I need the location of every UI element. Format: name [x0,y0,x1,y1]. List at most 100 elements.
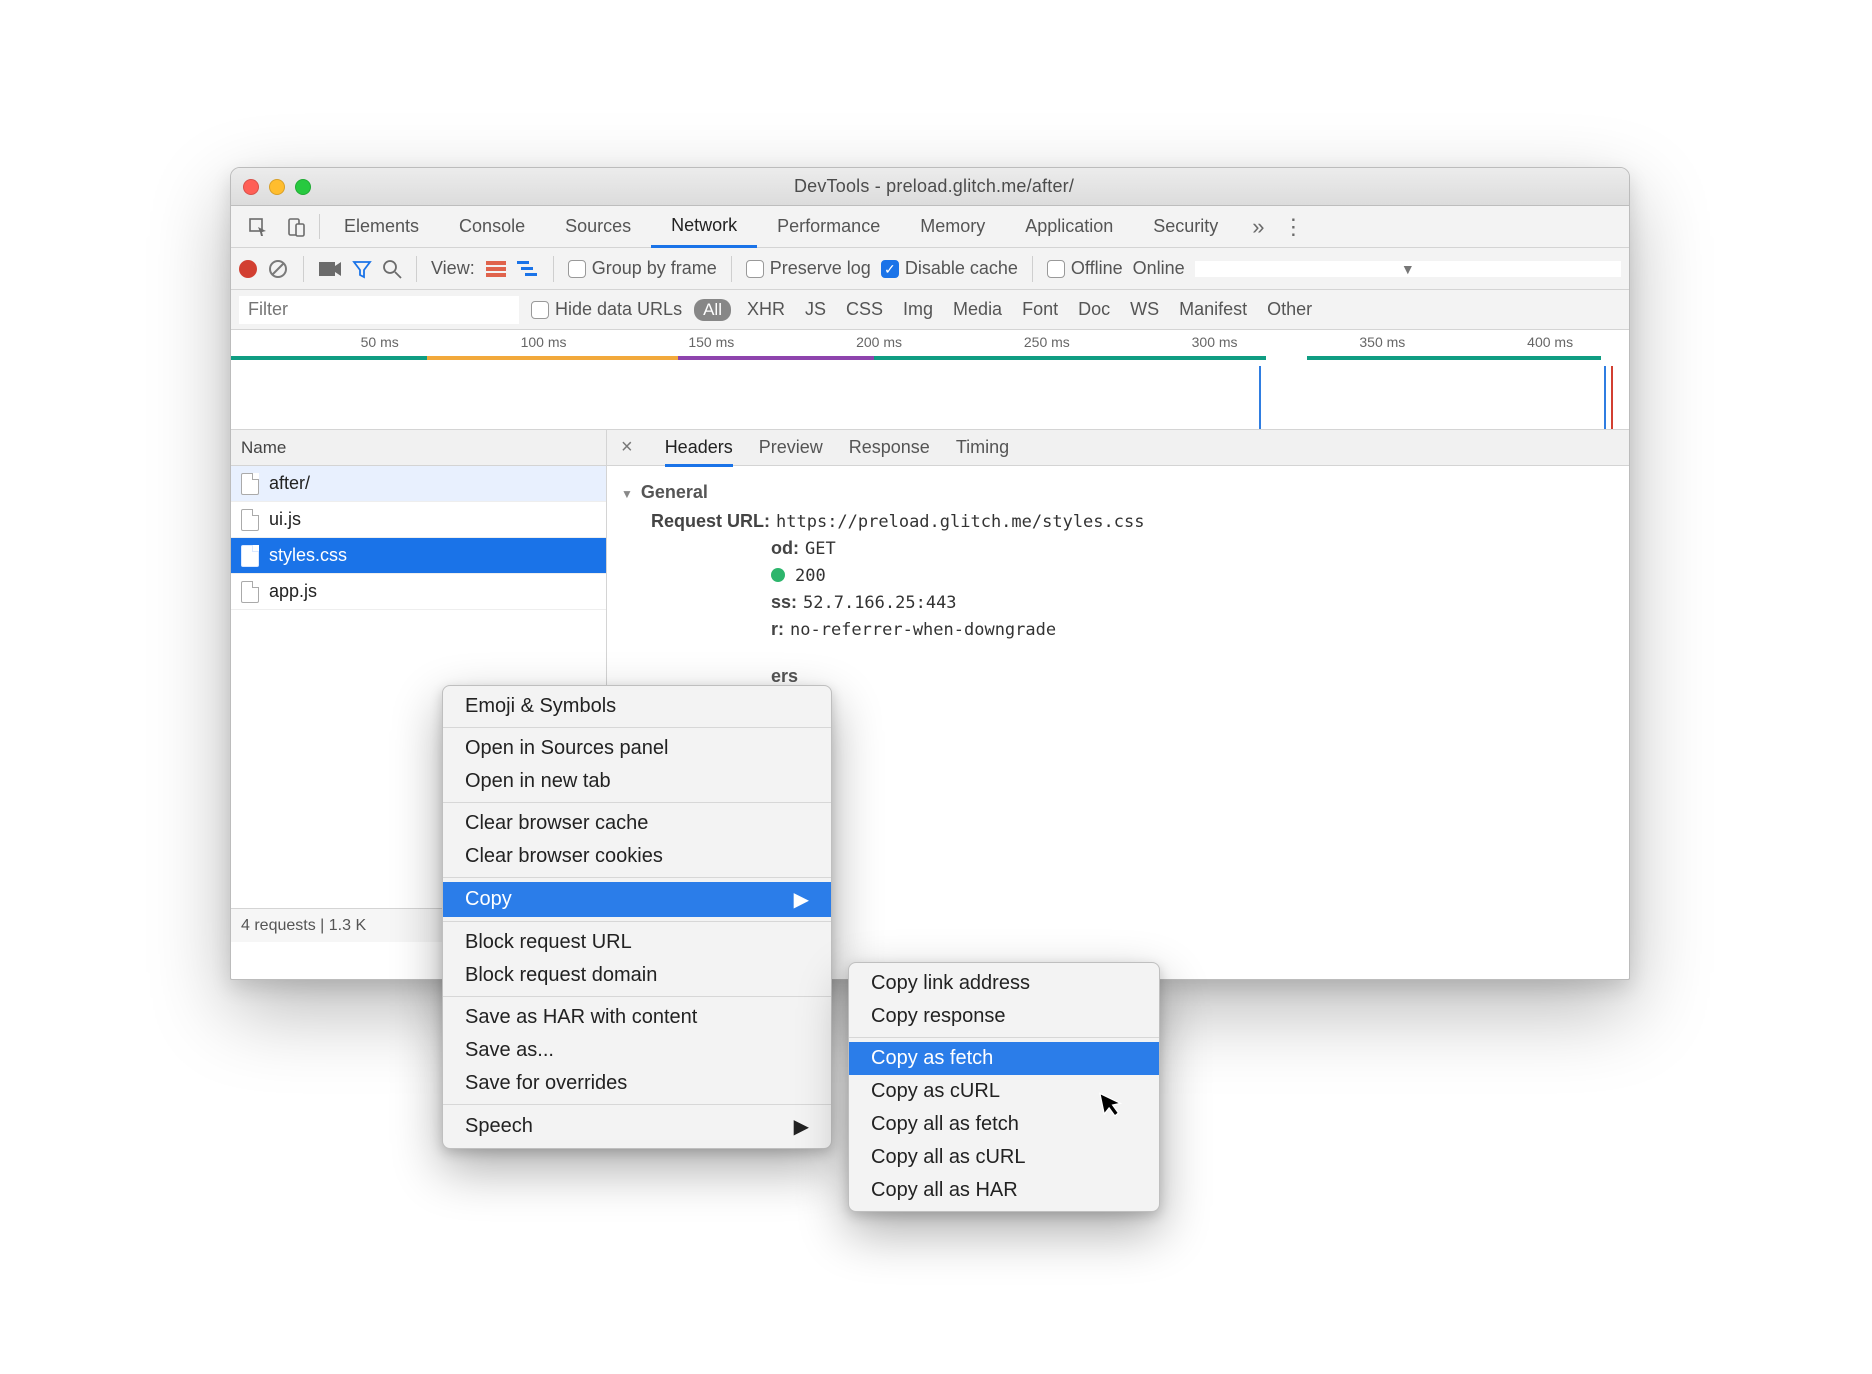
filter-type-manifest[interactable]: Manifest [1175,299,1251,320]
group-by-frame-checkbox[interactable]: Group by frame [568,258,717,279]
record-button[interactable] [239,260,257,278]
request-name: app.js [269,581,317,602]
submenu-arrow-icon: ▶ [734,1114,809,1139]
filter-type-all[interactable]: All [694,299,731,321]
window-titlebar: DevTools - preload.glitch.me/after/ [231,168,1629,206]
file-icon [241,473,259,495]
tab-elements[interactable]: Elements [324,206,439,247]
request-name: after/ [269,473,310,494]
menu-clear-cache[interactable]: Clear browser cache [443,807,831,840]
submenu-copy-all-as-fetch[interactable]: Copy all as fetch [849,1108,1159,1141]
minimize-window-button[interactable] [269,179,285,195]
disable-cache-checkbox[interactable]: Disable cache [881,258,1018,279]
preserve-log-checkbox[interactable]: Preserve log [746,258,871,279]
window-title: DevTools - preload.glitch.me/after/ [311,176,1557,197]
clear-icon[interactable] [267,258,289,280]
filter-type-other[interactable]: Other [1263,299,1316,320]
filter-icon[interactable] [352,259,372,279]
menu-block-request-url[interactable]: Block request URL [443,926,831,959]
offline-label: Offline [1071,258,1123,279]
filter-type-doc[interactable]: Doc [1074,299,1114,320]
submenu-copy-response[interactable]: Copy response [849,1000,1159,1033]
timeline-tick: 50 ms [361,334,399,350]
details-close-icon[interactable]: × [621,436,639,459]
submenu-copy-all-as-har[interactable]: Copy all as HAR [849,1174,1159,1207]
filter-type-img[interactable]: Img [899,299,937,320]
filter-type-js[interactable]: JS [801,299,830,320]
details-tab-timing[interactable]: Timing [956,437,1009,458]
camera-icon[interactable] [318,260,342,278]
details-tab-headers[interactable]: Headers [665,437,733,467]
waterfall-icon[interactable] [517,260,539,278]
menu-emoji-symbols[interactable]: Emoji & Symbols [443,690,831,723]
submenu-copy-link-address[interactable]: Copy link address [849,967,1159,1000]
details-tab-preview[interactable]: Preview [759,437,823,458]
offline-checkbox[interactable]: Offline [1047,258,1123,279]
preserve-log-label: Preserve log [770,258,871,279]
tab-application[interactable]: Application [1005,206,1133,247]
device-toolbar-icon[interactable] [277,206,315,247]
filter-input[interactable] [239,296,519,324]
network-filter-bar: Hide data URLs All XHR JS CSS Img Media … [231,290,1629,330]
details-tab-response[interactable]: Response [849,437,930,458]
request-url-value: https://preload.glitch.me/styles.css [776,512,1144,532]
menu-save-for-overrides[interactable]: Save for overrides [443,1067,831,1100]
timeline-tick: 400 ms [1527,334,1573,350]
filter-type-media[interactable]: Media [949,299,1006,320]
request-method-value: GET [805,539,836,559]
filter-type-ws[interactable]: WS [1126,299,1163,320]
network-timeline[interactable]: 50 ms 100 ms 150 ms 200 ms 250 ms 300 ms… [231,330,1629,430]
large-rows-icon[interactable] [485,260,507,278]
settings-menu-icon[interactable]: ⋮ [1278,206,1308,247]
menu-open-in-sources[interactable]: Open in Sources panel [443,732,831,765]
menu-speech[interactable]: Speech▶ [443,1109,831,1144]
filter-type-xhr[interactable]: XHR [743,299,789,320]
tab-security[interactable]: Security [1133,206,1238,247]
menu-save-as-har[interactable]: Save as HAR with content [443,1001,831,1034]
devtools-window: DevTools - preload.glitch.me/after/ Elem… [230,167,1630,980]
timeline-tick: 100 ms [521,334,567,350]
throttling-select[interactable]: Online [1133,258,1185,279]
referrer-policy-value: no-referrer-when-downgrade [790,620,1056,640]
submenu-copy-as-curl[interactable]: Copy as cURL [849,1075,1159,1108]
tab-memory[interactable]: Memory [900,206,1005,247]
file-icon [241,581,259,603]
tab-sources[interactable]: Sources [545,206,651,247]
request-row[interactable]: ui.js [231,502,606,538]
menu-copy[interactable]: Copy▶ [443,882,831,917]
disable-cache-label: Disable cache [905,258,1018,279]
more-tabs-icon[interactable]: » [1238,206,1278,247]
network-toolbar: View: Group by frame Preserve log Disabl… [231,248,1629,290]
tab-performance[interactable]: Performance [757,206,900,247]
search-icon[interactable] [382,259,402,279]
throttling-caret-icon[interactable]: ▼ [1401,261,1415,277]
filter-type-font[interactable]: Font [1018,299,1062,320]
window-controls [243,179,311,195]
menu-clear-cookies[interactable]: Clear browser cookies [443,840,831,873]
close-window-button[interactable] [243,179,259,195]
submenu-arrow-icon: ▶ [734,887,809,912]
zoom-window-button[interactable] [295,179,311,195]
submenu-copy-all-as-curl[interactable]: Copy all as cURL [849,1141,1159,1174]
request-row[interactable]: app.js [231,574,606,610]
menu-open-in-new-tab[interactable]: Open in new tab [443,765,831,798]
tab-console[interactable]: Console [439,206,545,247]
view-label: View: [431,258,475,279]
status-dot-icon [771,568,785,582]
hide-data-urls-checkbox[interactable]: Hide data URLs [531,299,682,320]
filter-type-css[interactable]: CSS [842,299,887,320]
panel-tabs: Elements Console Sources Network Perform… [231,206,1629,248]
request-name: styles.css [269,545,347,566]
submenu-copy-as-fetch[interactable]: Copy as fetch [849,1042,1159,1075]
request-row[interactable]: after/ [231,466,606,502]
tab-network[interactable]: Network [651,206,757,248]
response-headers-section[interactable]: ers [771,666,1615,687]
general-section[interactable]: General [621,482,1615,503]
request-list-header[interactable]: Name [231,430,606,466]
group-by-frame-label: Group by frame [592,258,717,279]
menu-block-request-domain[interactable]: Block request domain [443,959,831,992]
timeline-tick: 200 ms [856,334,902,350]
menu-save-as[interactable]: Save as... [443,1034,831,1067]
inspect-element-icon[interactable] [239,206,277,247]
request-row-selected[interactable]: styles.css [231,538,606,574]
